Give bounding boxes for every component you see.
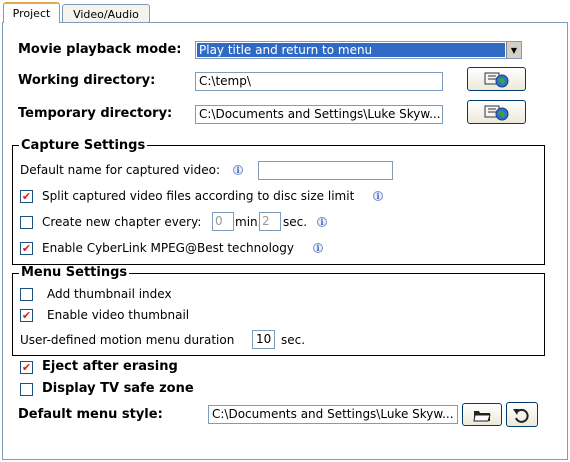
video-thumbnail-label: Enable video thumbnail xyxy=(47,308,190,322)
default-menu-style-label: Default menu style: xyxy=(18,407,163,422)
browse-folder-globe-icon xyxy=(484,72,508,88)
info-icon[interactable]: i xyxy=(373,191,383,201)
new-chapter-checkbox[interactable] xyxy=(20,216,33,229)
capture-settings-title: Capture Settings xyxy=(19,138,148,153)
tab-video-audio-label: Video/Audio xyxy=(73,7,139,21)
chevron-down-icon[interactable]: ▼ xyxy=(506,42,521,58)
temporary-directory-field[interactable]: C:\Documents and Settings\Luke Skyw... xyxy=(195,105,443,124)
movie-playback-label: Movie playback mode: xyxy=(18,42,182,57)
tv-safe-zone-checkbox[interactable] xyxy=(20,383,33,396)
default-name-field[interactable] xyxy=(258,161,393,180)
default-menu-style-field[interactable]: C:\Documents and Settings\Luke Skyw... xyxy=(208,405,458,424)
eject-checkbox[interactable]: ✔ xyxy=(20,361,33,374)
check-mark-icon: ✔ xyxy=(21,242,32,255)
tab-strip: Project Video/Audio xyxy=(0,0,570,23)
menu-settings-title: Menu Settings xyxy=(19,265,130,280)
browse-menu-style-button[interactable] xyxy=(462,403,502,426)
thumbnail-index-label: Add thumbnail index xyxy=(47,287,172,301)
new-chapter-label: Create new chapter every: xyxy=(42,215,202,229)
seconds-unit-label: sec. xyxy=(283,215,308,229)
tab-project[interactable]: Project xyxy=(3,2,60,23)
minutes-unit-label: min. xyxy=(235,215,262,229)
tab-video-audio[interactable]: Video/Audio xyxy=(62,4,150,23)
eject-label: Eject after erasing xyxy=(42,359,178,374)
default-name-label: Default name for captured video: xyxy=(20,163,221,177)
split-checkbox[interactable]: ✔ xyxy=(20,190,33,203)
temporary-directory-label: Temporary directory: xyxy=(18,106,173,121)
browse-temporary-directory-button[interactable] xyxy=(467,100,526,124)
video-thumbnail-checkbox[interactable]: ✔ xyxy=(20,309,33,322)
info-icon[interactable]: i xyxy=(233,165,243,175)
working-directory-label: Working directory: xyxy=(18,73,156,88)
chapter-seconds-field[interactable]: 2 xyxy=(259,212,281,231)
tv-safe-zone-label: Display TV safe zone xyxy=(42,381,194,396)
motion-duration-label: User-defined motion menu duration xyxy=(20,333,235,347)
browse-folder-globe-icon xyxy=(484,105,508,121)
check-mark-icon: ✔ xyxy=(21,309,32,322)
undo-icon xyxy=(513,408,529,423)
working-directory-field[interactable]: C:\temp\ xyxy=(195,72,443,91)
chapter-minutes-field[interactable]: 0 xyxy=(212,212,234,231)
movie-playback-select[interactable]: Play title and return to menu ▼ xyxy=(195,41,522,59)
mpeg-best-checkbox[interactable]: ✔ xyxy=(20,242,33,255)
thumbnail-index-checkbox[interactable] xyxy=(20,288,33,301)
mpeg-best-label: Enable CyberLink MPEG@Best technology xyxy=(42,241,294,255)
check-mark-icon: ✔ xyxy=(21,190,32,203)
tab-project-label: Project xyxy=(12,7,51,20)
info-icon[interactable]: i xyxy=(317,217,327,227)
movie-playback-value: Play title and return to menu xyxy=(197,43,505,57)
motion-duration-field[interactable]: 10 xyxy=(252,330,275,349)
info-icon[interactable]: i xyxy=(313,243,323,253)
reset-menu-style-button[interactable] xyxy=(506,402,538,427)
split-label: Split captured video files according to … xyxy=(42,189,355,203)
check-mark-icon: ✔ xyxy=(21,361,32,374)
folder-icon xyxy=(473,410,491,421)
motion-duration-unit: sec. xyxy=(281,333,306,347)
browse-working-directory-button[interactable] xyxy=(467,67,526,91)
